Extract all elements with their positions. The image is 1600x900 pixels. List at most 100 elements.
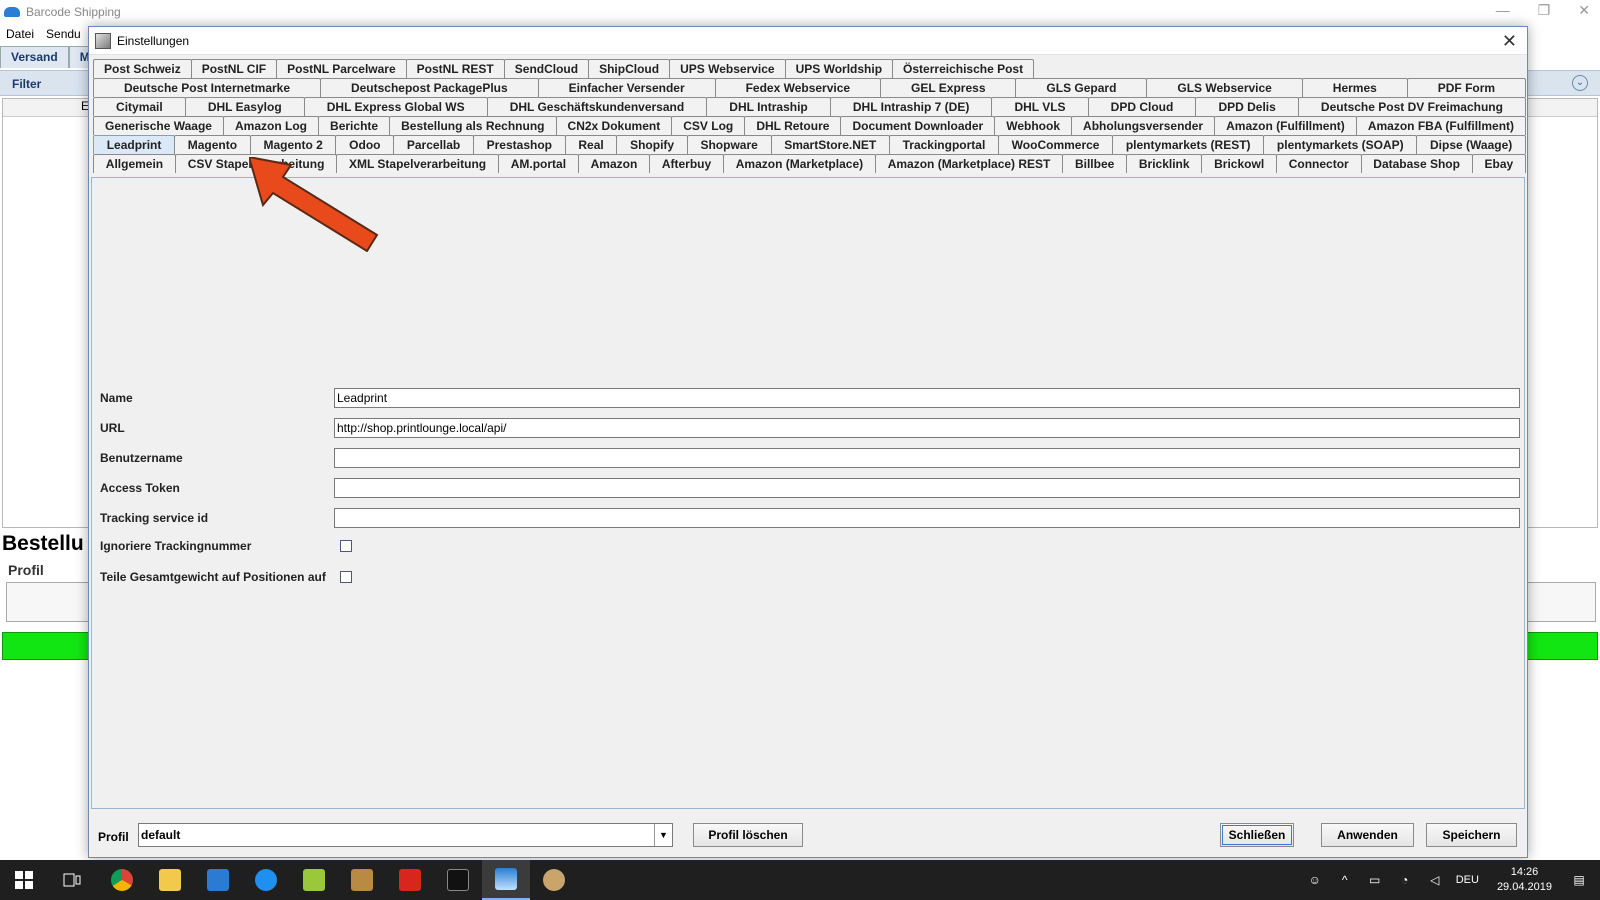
settings-tab-dhl-vls[interactable]: DHL VLS — [991, 97, 1089, 116]
settings-tab-amazon[interactable]: Amazon — [577, 154, 651, 173]
settings-tab-ups-webservice[interactable]: UPS Webservice — [669, 59, 786, 78]
settings-tab-allgemein[interactable]: Allgemein — [93, 154, 176, 173]
settings-tab-amazon-fba-fulfillment[interactable]: Amazon FBA (Fulfillment) — [1355, 116, 1527, 135]
settings-tab-amazon-marketplace-rest[interactable]: Amazon (Marketplace) REST — [874, 154, 1064, 173]
notepad-plus-icon[interactable] — [290, 860, 338, 900]
close-button[interactable]: Schließen — [1220, 823, 1294, 847]
settings-tab-gls-webservice[interactable]: GLS Webservice — [1146, 78, 1303, 97]
settings-tab-berichte[interactable]: Berichte — [318, 116, 391, 135]
settings-tab-deutsche-post-internetmarke[interactable]: Deutsche Post Internetmarke — [93, 78, 321, 97]
windows-start-icon[interactable] — [0, 860, 48, 900]
barcode-shipping-taskbar-icon[interactable] — [482, 860, 530, 900]
settings-tab-citymail[interactable]: Citymail — [93, 97, 186, 116]
input-language[interactable]: DEU — [1456, 874, 1479, 886]
volume-muted-icon[interactable]: ◁ — [1428, 873, 1442, 887]
settings-tab-deutschepost-packageplus[interactable]: Deutschepost PackagePlus — [319, 78, 539, 97]
settings-tab-odoo[interactable]: Odoo — [335, 135, 395, 154]
people-icon[interactable]: ☺ — [1308, 873, 1322, 887]
file-explorer-icon[interactable] — [146, 860, 194, 900]
notifications-icon[interactable]: ▤ — [1572, 873, 1586, 887]
settings-tab-gls-gepard[interactable]: GLS Gepard — [1015, 78, 1148, 97]
show-hidden-icons-icon[interactable]: ^ — [1338, 873, 1352, 887]
settings-tab-pdf-form[interactable]: PDF Form — [1406, 78, 1527, 97]
settings-tab-post-schweiz[interactable]: Post Schweiz — [93, 59, 192, 78]
menu-datei[interactable]: Datei — [6, 27, 34, 41]
settings-tab-dhl-express-global-ws[interactable]: DHL Express Global WS — [303, 97, 488, 116]
task-view-icon[interactable] — [48, 860, 96, 900]
profil-select[interactable]: default ▼ — [138, 823, 673, 847]
settings-tab-magento-2[interactable]: Magento 2 — [249, 135, 337, 154]
save-button[interactable]: Speichern — [1426, 823, 1517, 847]
settings-tab-leadprint[interactable]: Leadprint — [93, 135, 176, 154]
settings-tab-postnl-cif[interactable]: PostNL CIF — [190, 59, 278, 78]
settings-tab-dhl-retoure[interactable]: DHL Retoure — [744, 116, 842, 135]
paint-icon[interactable] — [530, 860, 578, 900]
settings-tab-dhl-intraship-7-de[interactable]: DHL Intraship 7 (DE) — [829, 97, 993, 116]
settings-tab-postnl-rest[interactable]: PostNL REST — [405, 59, 505, 78]
settings-tab-ups-worldship[interactable]: UPS Worldship — [784, 59, 894, 78]
chrome-icon[interactable] — [98, 860, 146, 900]
settings-tab-plentymarkets-soap[interactable]: plentymarkets (SOAP) — [1263, 135, 1418, 154]
settings-tab-abholungsversender[interactable]: Abholungsversender — [1071, 116, 1216, 135]
settings-tab-deutsche-post-dv-freimachung[interactable]: Deutsche Post DV Freimachung — [1297, 97, 1527, 116]
settings-tab-billbee[interactable]: Billbee — [1062, 154, 1128, 173]
settings-tab-fedex-webservice[interactable]: Fedex Webservice — [714, 78, 882, 97]
ignore-tracking-checkbox[interactable] — [340, 540, 352, 552]
settings-tab-bestellung-als-rechnung[interactable]: Bestellung als Rechnung — [389, 116, 557, 135]
settings-tab-webhook[interactable]: Webhook — [994, 116, 1073, 135]
settings-tab-connector[interactable]: Connector — [1275, 154, 1362, 173]
settings-tab-bricklink[interactable]: Bricklink — [1126, 154, 1203, 173]
settings-tab-sendcloud[interactable]: SendCloud — [503, 59, 590, 78]
settings-tab-trackingportal[interactable]: Trackingportal — [888, 135, 999, 154]
settings-tab-plentymarkets-rest[interactable]: plentymarkets (REST) — [1112, 135, 1265, 154]
delete-profile-button[interactable]: Profil löschen — [693, 823, 803, 847]
settings-tab-csv-log[interactable]: CSV Log — [671, 116, 746, 135]
chevron-down-icon[interactable]: ▼ — [654, 824, 672, 846]
settings-tab-dpd-delis[interactable]: DPD Delis — [1195, 97, 1299, 116]
settings-tab-generische-waage[interactable]: Generische Waage — [93, 116, 224, 135]
settings-tab-magento[interactable]: Magento — [174, 135, 251, 154]
apply-button[interactable]: Anwenden — [1321, 823, 1414, 847]
acrobat-icon[interactable] — [386, 860, 434, 900]
close-icon[interactable]: ✕ — [1502, 31, 1517, 52]
name-input[interactable] — [334, 388, 1520, 408]
settings-tab-afterbuy[interactable]: Afterbuy — [649, 154, 724, 173]
taskbar-clock[interactable]: 14:26 29.04.2019 — [1497, 865, 1552, 895]
settings-tab-ebay[interactable]: Ebay — [1471, 154, 1527, 173]
settings-tab-prestashop[interactable]: Prestashop — [472, 135, 566, 154]
settings-tab-shopware[interactable]: Shopware — [686, 135, 772, 154]
settings-tab-dipse-waage[interactable]: Dipse (Waage) — [1416, 135, 1526, 154]
terminal-icon[interactable] — [434, 860, 482, 900]
settings-tab-cn2x-dokument[interactable]: CN2x Dokument — [555, 116, 673, 135]
access-token-input[interactable] — [334, 478, 1520, 498]
settings-tab-amazon-log[interactable]: Amazon Log — [222, 116, 320, 135]
settings-tab-hermes[interactable]: Hermes — [1301, 78, 1408, 97]
package-icon[interactable] — [338, 860, 386, 900]
menu-sendungen[interactable]: Sendu — [46, 27, 81, 41]
minimize-icon[interactable]: — — [1496, 2, 1510, 19]
url-input[interactable] — [334, 418, 1520, 438]
settings-tab-smartstore-net[interactable]: SmartStore.NET — [770, 135, 890, 154]
restore-icon[interactable]: ❐ — [1538, 2, 1551, 19]
split-weight-checkbox[interactable] — [340, 571, 352, 583]
tab-versand[interactable]: Versand — [0, 46, 69, 68]
settings-tab-österreichische-post[interactable]: Österreichische Post — [892, 59, 1035, 78]
settings-tab-parcellab[interactable]: Parcellab — [393, 135, 474, 154]
settings-tab-woocommerce[interactable]: WooCommerce — [997, 135, 1114, 154]
wifi-icon[interactable]: ◔ — [1398, 873, 1412, 887]
settings-tab-shopify[interactable]: Shopify — [616, 135, 688, 154]
settings-tab-dhl-intraship[interactable]: DHL Intraship — [706, 97, 831, 116]
battery-icon[interactable]: ▭ — [1368, 873, 1382, 887]
close-window-icon[interactable]: ✕ — [1578, 2, 1590, 19]
teamviewer-icon[interactable] — [242, 860, 290, 900]
settings-tab-brickowl[interactable]: Brickowl — [1201, 154, 1277, 173]
settings-tab-document-downloader[interactable]: Document Downloader — [840, 116, 996, 135]
settings-tab-dpd-cloud[interactable]: DPD Cloud — [1087, 97, 1197, 116]
settings-tab-am-portal[interactable]: AM.portal — [497, 154, 579, 173]
tracking-service-input[interactable] — [334, 508, 1520, 528]
settings-tab-dhl-easylog[interactable]: DHL Easylog — [184, 97, 305, 116]
settings-tab-dhl-geschäftskundenversand[interactable]: DHL Geschäftskundenversand — [486, 97, 708, 116]
username-input[interactable] — [334, 448, 1520, 468]
settings-tab-amazon-marketplace[interactable]: Amazon (Marketplace) — [722, 154, 876, 173]
settings-tab-real[interactable]: Real — [564, 135, 618, 154]
